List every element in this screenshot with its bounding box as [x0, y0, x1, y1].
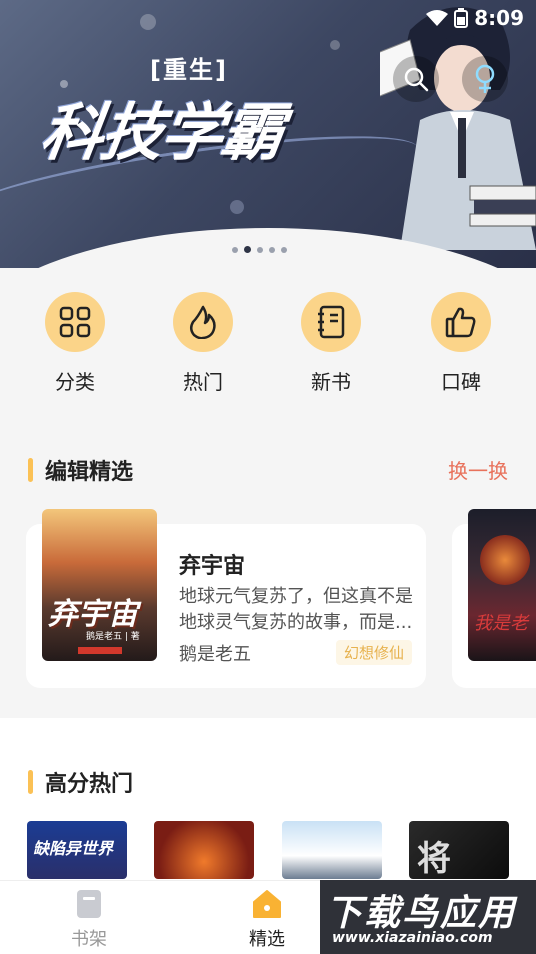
wifi-icon [426, 10, 449, 26]
thumbs-up-icon [445, 307, 476, 338]
decor-sparkle [330, 40, 340, 50]
banner-subtitle: [重生] [150, 56, 228, 84]
nav-label: 书架 [71, 929, 107, 950]
book-cover[interactable]: 弃宇宙 鹅是老五 | 著 [42, 509, 157, 661]
watermark-url: www.xiazainiao.com [332, 930, 493, 946]
home-icon [253, 890, 281, 918]
section-title: 高分热门 [45, 772, 134, 797]
app-screen: { "status": { "time": "8:09" }, "banner"… [0, 0, 536, 954]
book-author: 鹅是老五 [179, 644, 251, 665]
gender-toggle-button[interactable] [462, 56, 508, 102]
publisher-stamp [78, 647, 122, 654]
book-description: 地球元气复苏了，但这真不是地球灵气复苏的故事，而是... [179, 586, 413, 633]
promo-banner[interactable]: [重生] 科技学霸 8:09 [0, 0, 536, 268]
status-time: 8:09 [474, 6, 524, 30]
hot-book-cover[interactable] [282, 821, 382, 879]
carousel-dot[interactable] [269, 247, 275, 253]
cover-moon-art [480, 535, 530, 585]
category-label: 热门 [183, 370, 223, 394]
category-hot[interactable]: 热门 [158, 292, 248, 395]
category-new-books[interactable]: 新书 [286, 292, 376, 395]
nav-picks[interactable]: 精选 [222, 889, 312, 951]
category-label: 新书 [311, 370, 351, 394]
section-title: 编辑精选 [45, 460, 134, 485]
flame-icon [190, 305, 216, 339]
cover-title: 将 [417, 839, 451, 879]
hot-book-cover[interactable] [154, 821, 254, 879]
nav-shelf[interactable]: 书架 [44, 889, 134, 951]
genre-tag: 幻想修仙 [336, 640, 413, 665]
hot-icon-bg [173, 292, 233, 352]
site-watermark: 下载鸟应用 www.xiazainiao.com [320, 880, 536, 954]
cover-author: 鹅是老五 | 著 [86, 632, 140, 642]
section-accent-bar [28, 770, 33, 794]
carousel-dot[interactable] [232, 247, 238, 253]
category-reputation[interactable]: 口碑 [416, 292, 506, 395]
book-cover-next[interactable]: 我是老 [468, 509, 536, 661]
nav-label: 精选 [249, 929, 285, 950]
banner-character-illustration [380, 7, 536, 250]
decor-sparkle [140, 14, 156, 30]
status-bar: 8:09 [426, 6, 524, 30]
carousel-dot[interactable] [281, 247, 287, 253]
notebook-icon [318, 305, 345, 339]
category-label: 口碑 [441, 370, 481, 394]
watermark-title: 下载鸟应用 [326, 893, 517, 934]
new-books-icon-bg [301, 292, 361, 352]
category-label: 分类 [55, 370, 95, 394]
search-button[interactable] [393, 56, 439, 102]
female-symbol-icon [475, 64, 495, 93]
category-classify[interactable]: 分类 [30, 292, 120, 395]
hot-header: 高分热门 [28, 766, 133, 798]
bookshelf-icon [77, 890, 101, 918]
carousel-indicator [232, 246, 287, 253]
classify-icon-bg [45, 292, 105, 352]
search-icon [404, 67, 429, 92]
cover-title: 我是老 [474, 613, 528, 634]
editor-picks-header: 编辑精选 [28, 454, 133, 486]
section-accent-bar [28, 458, 33, 482]
hot-book-cover[interactable]: 缺陷异世界 [27, 821, 127, 879]
cover-title: 弃宇宙 [48, 597, 138, 632]
refresh-button[interactable]: 换一换 [448, 455, 508, 484]
hot-book-cover[interactable]: 将 [409, 821, 509, 879]
carousel-dot[interactable] [257, 247, 263, 253]
book-title: 弃宇宙 [179, 554, 246, 579]
banner-title: 科技学霸 [36, 96, 287, 169]
cover-title: 缺陷异世界 [33, 839, 114, 858]
grid-icon [59, 306, 91, 338]
battery-icon [454, 8, 469, 28]
reputation-icon-bg [431, 292, 491, 352]
carousel-dot-active[interactable] [244, 246, 251, 253]
